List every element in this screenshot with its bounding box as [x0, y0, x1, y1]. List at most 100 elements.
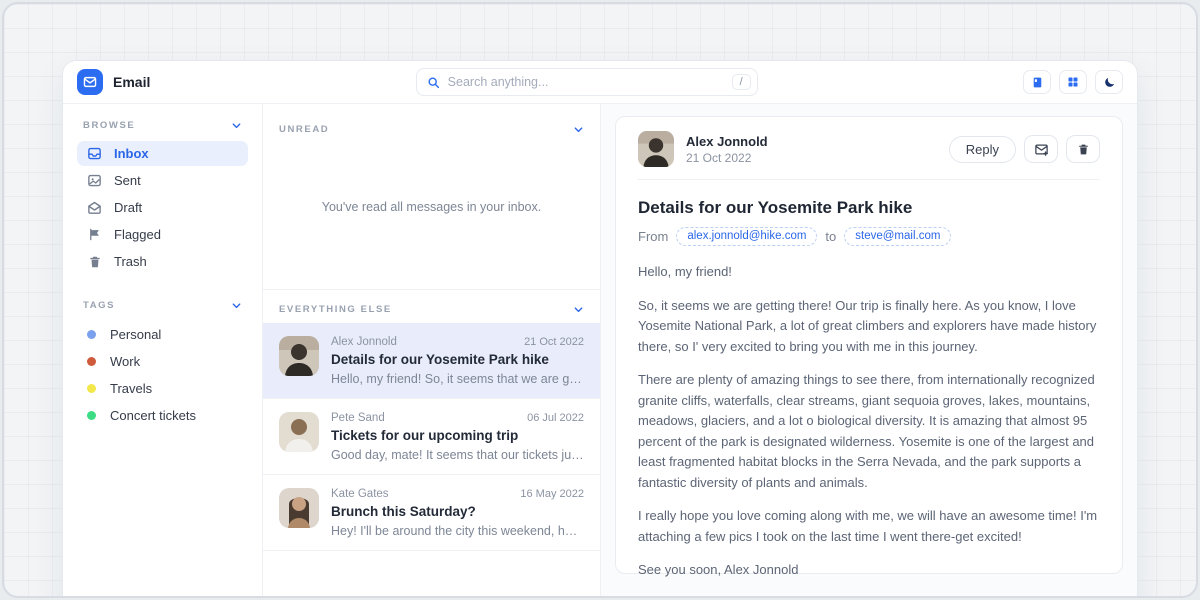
topbar: Email / — [63, 61, 1137, 103]
unread-empty-message: You've read all messages in your inbox. — [263, 143, 600, 271]
trash-icon — [1077, 143, 1090, 156]
apps-grid-button[interactable] — [1059, 70, 1087, 94]
browse-section-header[interactable]: BROWSE — [77, 120, 248, 131]
topbar-actions — [1023, 70, 1123, 94]
mail-list-item-kate[interactable]: Kate Gates 16 May 2022 Brunch this Satur… — [263, 475, 600, 551]
detail-actions: Reply — [949, 135, 1100, 163]
notebook-icon — [1031, 76, 1044, 89]
sidebar: BROWSE Inbox Sent — [63, 104, 263, 598]
everything-else-label: EVERYTHING ELSE — [279, 304, 392, 315]
envelope-plus-icon — [1034, 142, 1049, 157]
everything-else-section: EVERYTHING ELSE Alex Jonnold 21 Oct 2022 — [263, 289, 600, 551]
app-title: Email — [113, 74, 150, 90]
everything-else-header[interactable]: EVERYTHING ELSE — [263, 290, 600, 323]
sidebar-item-sent[interactable]: Sent — [77, 168, 248, 193]
tags-section: TAGS Personal Work Travels — [77, 300, 248, 429]
avatar — [279, 412, 319, 452]
search-area: / — [150, 68, 1023, 96]
mail-meta: Pete Sand 06 Jul 2022 Tickets for our up… — [331, 412, 584, 462]
email-subject: Details for our Yosemite Park hike — [638, 198, 1100, 218]
tag-color-dot — [87, 330, 96, 339]
chevron-down-icon[interactable] — [573, 124, 584, 135]
sidebar-item-trash[interactable]: Trash — [77, 249, 248, 274]
tag-item-personal[interactable]: Personal — [77, 321, 248, 348]
avatar — [279, 488, 319, 528]
from-to-row: From alex.jonnold@hike.com to steve@mail… — [638, 227, 1100, 246]
sender-info: Alex Jonnold 21 Oct 2022 — [686, 134, 768, 165]
mail-sender: Alex Jonnold — [331, 336, 397, 348]
detail-date: 21 Oct 2022 — [686, 151, 768, 165]
envelope-icon — [83, 75, 97, 89]
unread-label: UNREAD — [279, 124, 329, 135]
to-email-pill[interactable]: steve@mail.com — [844, 227, 951, 246]
browse-label: BROWSE — [83, 120, 135, 131]
mail-sender: Pete Sand — [331, 412, 385, 424]
sidebar-item-label: Trash — [114, 254, 147, 269]
main-area: BROWSE Inbox Sent — [63, 103, 1137, 598]
sidebar-item-label: Inbox — [114, 146, 149, 161]
body-paragraph: See you soon, Alex Jonnold — [638, 560, 1100, 581]
mail-list-item-alex[interactable]: Alex Jonnold 21 Oct 2022 Details for our… — [263, 323, 600, 399]
app-logo — [77, 69, 103, 95]
body-paragraph: There are plenty of amazing things to se… — [638, 370, 1100, 493]
forward-button[interactable] — [1024, 135, 1058, 163]
dark-mode-button[interactable] — [1095, 70, 1123, 94]
flag-icon — [87, 227, 102, 242]
sidebar-item-label: Flagged — [114, 227, 161, 242]
detail-header: Alex Jonnold 21 Oct 2022 Reply — [638, 131, 1100, 180]
apps-grid-icon — [1067, 76, 1079, 88]
tag-item-concert-tickets[interactable]: Concert tickets — [77, 402, 248, 429]
unread-section-header[interactable]: UNREAD — [263, 104, 600, 143]
mail-meta: Alex Jonnold 21 Oct 2022 Details for our… — [331, 336, 584, 386]
from-label: From — [638, 229, 668, 244]
tag-color-dot — [87, 357, 96, 366]
email-detail-card: Alex Jonnold 21 Oct 2022 Reply — [615, 116, 1123, 574]
trash-icon — [87, 255, 102, 269]
body-paragraph: So, it seems we are getting there! Our t… — [638, 296, 1100, 358]
search-input[interactable] — [448, 75, 732, 89]
message-list-column: UNREAD You've read all messages in your … — [263, 104, 601, 598]
tag-item-work[interactable]: Work — [77, 348, 248, 375]
email-body: Hello, my friend! So, it seems we are ge… — [638, 262, 1100, 598]
mail-preview: Hello, my friend! So, it seems that we a… — [331, 372, 584, 386]
body-paragraph: Hello, my friend! — [638, 262, 1100, 283]
tag-label: Concert tickets — [110, 408, 196, 423]
from-email-pill[interactable]: alex.jonnold@hike.com — [676, 227, 817, 246]
search-icon — [427, 76, 440, 89]
mail-meta: Kate Gates 16 May 2022 Brunch this Satur… — [331, 488, 584, 538]
mail-date: 06 Jul 2022 — [527, 412, 584, 424]
tag-item-travels[interactable]: Travels — [77, 375, 248, 402]
moon-icon — [1103, 76, 1116, 89]
delete-button[interactable] — [1066, 135, 1100, 163]
chevron-down-icon[interactable] — [231, 300, 242, 311]
mail-list-item-pete[interactable]: Pete Sand 06 Jul 2022 Tickets for our up… — [263, 399, 600, 475]
sidebar-item-flagged[interactable]: Flagged — [77, 222, 248, 247]
sidebar-item-label: Draft — [114, 200, 142, 215]
sidebar-item-label: Sent — [114, 173, 141, 188]
tag-label: Work — [110, 354, 140, 369]
reply-button[interactable]: Reply — [949, 136, 1016, 163]
mail-subject: Tickets for our upcoming trip — [331, 428, 584, 443]
mail-subject: Details for our Yosemite Park hike — [331, 352, 584, 367]
chevron-down-icon[interactable] — [573, 304, 584, 315]
tags-label: TAGS — [83, 300, 115, 311]
avatar — [638, 131, 674, 167]
chevron-down-icon[interactable] — [231, 120, 242, 131]
mail-subject: Brunch this Saturday? — [331, 504, 584, 519]
mail-date: 16 May 2022 — [520, 488, 584, 500]
email-app-window: Email / — [62, 60, 1138, 598]
sidebar-item-draft[interactable]: Draft — [77, 195, 248, 220]
mail-sender: Kate Gates — [331, 488, 389, 500]
to-label: to — [825, 229, 836, 244]
inbox-icon — [87, 146, 102, 161]
tag-color-dot — [87, 411, 96, 420]
detail-sender-name: Alex Jonnold — [686, 134, 768, 149]
search-box[interactable]: / — [416, 68, 758, 96]
mail-date: 21 Oct 2022 — [524, 336, 584, 348]
tag-label: Personal — [110, 327, 161, 342]
search-shortcut-badge: / — [732, 74, 751, 90]
avatar — [279, 336, 319, 376]
notebook-button[interactable] — [1023, 70, 1051, 94]
tags-section-header[interactable]: TAGS — [77, 300, 248, 311]
sidebar-item-inbox[interactable]: Inbox — [77, 141, 248, 166]
